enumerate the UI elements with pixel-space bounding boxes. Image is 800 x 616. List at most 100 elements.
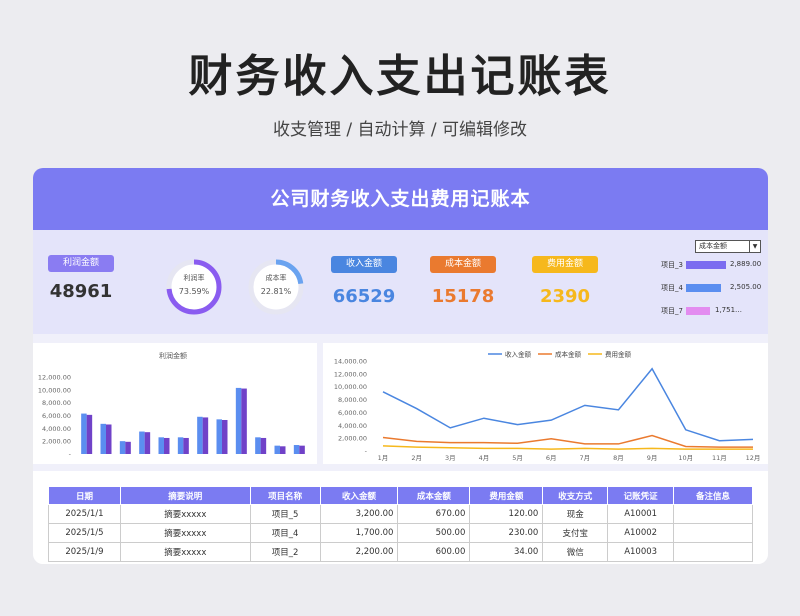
cost-rate-value: 22.81% [260,287,292,296]
x-tick-label: 10月 [678,454,693,462]
cell-voucher[interactable]: A10001 [607,504,675,524]
cell-date[interactable]: 2025/1/1 [48,504,121,524]
bar [144,432,151,454]
chevron-down-icon[interactable]: ▼ [749,241,760,252]
table-row: 2025/1/5 摘要xxxxx 项目_4 1,700.00 500.00 23… [48,523,753,543]
cell-remark[interactable] [673,523,753,543]
col-summary[interactable]: 摘要说明 [119,486,251,505]
page-subtitle: 收支管理 / 自动计算 / 可编辑修改 [272,120,528,140]
card-header: 公司财务收入支出费用记账本 [33,168,768,230]
col-voucher[interactable]: 记账凭证 [607,486,675,505]
x-tick-label: 5月 [512,454,523,462]
bar [100,423,106,454]
y-tick-label: 10,000.00 [38,386,71,394]
cell-income[interactable]: 3,200.00 [319,504,399,524]
bar [235,387,242,454]
bar [202,417,209,454]
cell-summary[interactable]: 摘要xxxxx [119,542,251,562]
profit-rate-label: 利润率 [183,274,205,282]
x-tick-label: 11月 [712,454,727,462]
cell-date[interactable]: 2025/1/5 [48,523,121,543]
cell-expense[interactable]: 230.00 [469,523,544,543]
ranking-bar-1 [686,261,726,269]
cell-method[interactable]: 微信 [542,542,609,562]
ranking-label-1: 项目_3 [661,261,683,269]
cell-project[interactable]: 项目_4 [249,523,321,543]
bar [299,445,305,454]
bar [177,437,184,454]
bar [241,388,247,454]
col-method[interactable]: 收支方式 [542,486,609,505]
cell-method[interactable]: 支付宝 [542,523,609,543]
bar [274,445,280,454]
cell-cost[interactable]: 670.00 [397,504,471,524]
ranking-bar-3 [686,307,711,315]
x-tick-label: 4月 [479,454,490,462]
cell-summary[interactable]: 摘要xxxxx [119,504,251,524]
cell-summary[interactable]: 摘要xxxxx [119,523,251,543]
expense-value: 2390 [539,286,591,307]
bar [158,437,164,454]
cell-method[interactable]: 现金 [542,504,609,524]
ranking-value-2: 2,505.00 [730,283,762,291]
ranking-bar-2 [686,284,721,292]
y-tick-label: - [69,451,72,459]
cell-remark[interactable] [673,542,753,562]
table-row: 2025/1/9 摘要xxxxx 项目_2 2,200.00 600.00 34… [48,542,753,562]
income-value: 66529 [332,286,396,307]
cell-cost[interactable]: 500.00 [397,523,471,543]
cell-remark[interactable] [673,504,753,524]
cell-project[interactable]: 项目_2 [249,542,321,562]
profit-rate-ring: 利润率 73.59% [165,258,223,316]
y-tick-label: 4,000.00 [42,425,71,433]
y-tick-label: 6,000.00 [338,409,367,417]
bar [280,446,286,454]
profit-label: 利润金额 [48,255,114,272]
metric-select-value: 成本金额 [699,242,727,250]
bar [164,437,170,454]
bar [125,441,131,454]
x-tick-label: 12月 [746,454,761,462]
series-line [382,367,754,442]
expense-label: 费用金额 [532,256,598,273]
kpi-area: 利润金额 48961 利润率 73.59% 成本率 22.81% 收入金额 66… [33,230,768,334]
cost-rate-label: 成本率 [265,274,287,282]
cost-value: 15178 [431,286,495,307]
cell-expense[interactable]: 34.00 [469,542,544,562]
col-date[interactable]: 日期 [48,486,121,505]
col-remark[interactable]: 备注信息 [673,486,753,505]
col-expense[interactable]: 费用金额 [469,486,544,505]
page-title: 财务收入支出记账表 [188,51,612,102]
cell-income[interactable]: 1,700.00 [319,523,399,543]
cell-voucher[interactable]: A10003 [607,542,675,562]
legend-label: 成本金额 [555,350,582,359]
profit-value: 48961 [49,281,113,302]
ledger-table-panel: 日期 摘要说明 项目名称 收入金额 成本金额 费用金额 收支方式 记账凭证 备注… [33,471,768,564]
y-tick-label: 8,000.00 [338,396,367,404]
cell-date[interactable]: 2025/1/9 [48,542,121,562]
x-tick-label: 1月 [378,454,389,462]
y-tick-label: 10,000.00 [334,383,367,391]
metric-select[interactable]: 成本金额 ▼ [695,240,761,253]
x-tick-label: 2月 [411,454,422,462]
y-tick-label: 12,000.00 [38,374,71,382]
cost-rate-ring: 成本率 22.81% [247,258,305,316]
bar [222,419,228,454]
bar [81,413,87,454]
ledger-card: 公司财务收入支出费用记账本 利润金额 48961 利润率 73.59% 成本率 … [33,168,768,564]
x-tick-label: 6月 [546,454,557,462]
cell-project[interactable]: 项目_5 [249,504,321,524]
profit-rate-value: 73.59% [178,287,210,296]
bar [139,431,145,454]
col-project[interactable]: 项目名称 [249,486,321,505]
profit-bar-chart: 利润金额 12,000.00 10,000.00 8,000.00 6,000.00 4… [38,351,305,459]
cell-income[interactable]: 2,200.00 [319,542,399,562]
col-cost[interactable]: 成本金额 [397,486,471,505]
ranking-value-1: 2,889.00 [730,260,762,268]
cell-cost[interactable]: 600.00 [397,542,471,562]
col-income[interactable]: 收入金额 [319,486,399,505]
income-label: 收入金额 [331,256,397,273]
cell-voucher[interactable]: A10002 [607,523,675,543]
cell-expense[interactable]: 120.00 [469,504,544,524]
ranking-label-2: 项目_4 [661,284,683,292]
